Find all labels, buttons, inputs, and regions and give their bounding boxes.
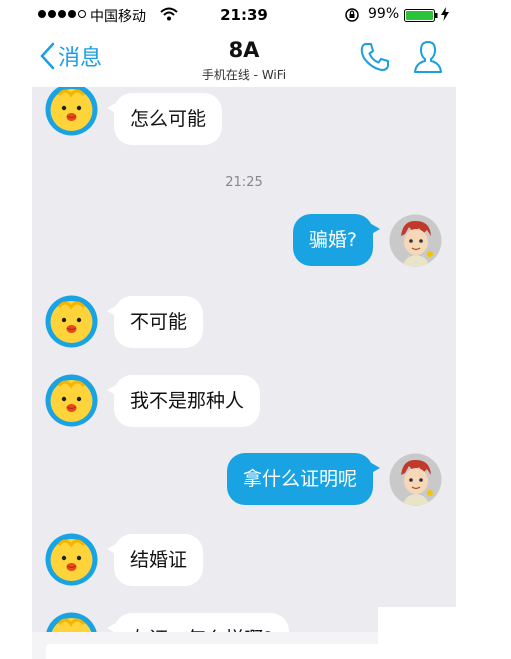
battery-percent: 99% <box>368 6 400 22</box>
my-avatar[interactable] <box>389 214 442 267</box>
phone-icon[interactable] <box>359 41 391 73</box>
nav-bar: 消息 8A 手机在线 - WiFi <box>32 30 456 87</box>
message-bubble[interactable]: 怎么可能 <box>106 93 223 145</box>
message-bubble[interactable]: 不可能 <box>106 296 204 348</box>
rotation-lock-icon <box>345 8 359 22</box>
chat-title: 8A <box>228 38 260 62</box>
contact-avatar[interactable] <box>45 374 98 427</box>
contact-avatar[interactable] <box>45 612 98 632</box>
time-divider: 21:25 <box>225 175 263 190</box>
message-bubble[interactable]: 骗婚? <box>292 214 381 266</box>
message-bubble[interactable]: 结婚证 <box>106 534 204 586</box>
message-bubble[interactable]: 左证一怎么样啊? <box>106 613 290 632</box>
status-bar: 中国移动 21:39 99% <box>32 0 456 30</box>
phone-screen: 中国移动 21:39 99% 消息 8A 手机在线 - WiFi 怎么可能 21… <box>32 0 456 659</box>
person-icon[interactable] <box>412 39 444 75</box>
overlay-patch <box>378 607 506 659</box>
chat-subtitle: 手机在线 - WiFi <box>201 68 287 82</box>
message-bubble[interactable]: 拿什么证明呢 <box>226 453 381 505</box>
contact-avatar[interactable] <box>45 295 98 348</box>
contact-avatar[interactable] <box>45 87 98 136</box>
chat-message-list[interactable]: 怎么可能 21:25 骗婚? 不可能 我不是那种人 拿什么证明呢 结婚证 <box>32 87 456 632</box>
charging-icon <box>441 7 449 21</box>
contact-avatar[interactable] <box>45 533 98 586</box>
message-bubble[interactable]: 我不是那种人 <box>106 375 261 427</box>
my-avatar[interactable] <box>389 453 442 506</box>
battery-icon <box>404 9 438 22</box>
